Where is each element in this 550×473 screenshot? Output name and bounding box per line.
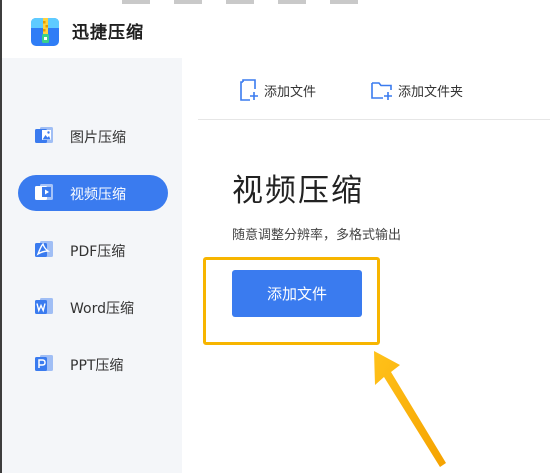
title-bar: 迅捷压缩: [2, 0, 550, 58]
page-title: 视频压缩: [232, 173, 364, 209]
sidebar-item-word-compress[interactable]: Word压缩: [18, 289, 168, 325]
sidebar-item-label: PDF压缩: [70, 244, 126, 260]
sidebar-item-label: 视频压缩: [70, 187, 126, 203]
arrow-annotation-icon: [374, 351, 446, 467]
add-file-toolbar-label: 添加文件: [264, 84, 317, 100]
sidebar-item-label: Word压缩: [70, 301, 134, 317]
top-strip: [122, 0, 382, 4]
sidebar-item-label: PPT压缩: [70, 358, 124, 374]
toolbar: 添加文件 添加文件夹: [198, 58, 550, 120]
add-file-toolbar-button[interactable]: 添加文件: [238, 78, 316, 102]
sidebar-item-image-compress[interactable]: 图片压缩: [18, 118, 168, 154]
pdf-icon: [35, 241, 53, 257]
add-file-button[interactable]: 添加文件: [232, 270, 362, 317]
sidebar-item-pdf-compress[interactable]: PDF压缩: [18, 232, 168, 268]
zip-archive-icon: [31, 18, 59, 46]
image-icon: [35, 127, 53, 143]
video-icon: [35, 184, 53, 200]
add-file-icon: [240, 79, 258, 101]
add-folder-toolbar-button[interactable]: 添加文件夹: [370, 78, 463, 102]
add-folder-toolbar-label: 添加文件夹: [398, 84, 464, 100]
sidebar: 图片压缩 视频压缩 PDF压缩 Word压缩 PPT压缩: [2, 58, 182, 473]
page-subtitle: 随意调整分辨率，多格式输出: [232, 228, 402, 243]
app-title: 迅捷压缩: [72, 23, 144, 43]
sidebar-item-video-compress[interactable]: 视频压缩: [18, 175, 168, 211]
word-icon: [35, 298, 53, 314]
sidebar-item-label: 图片压缩: [70, 130, 126, 146]
ppt-icon: [35, 355, 53, 371]
add-folder-icon: [371, 82, 392, 100]
sidebar-item-ppt-compress[interactable]: PPT压缩: [18, 346, 168, 382]
